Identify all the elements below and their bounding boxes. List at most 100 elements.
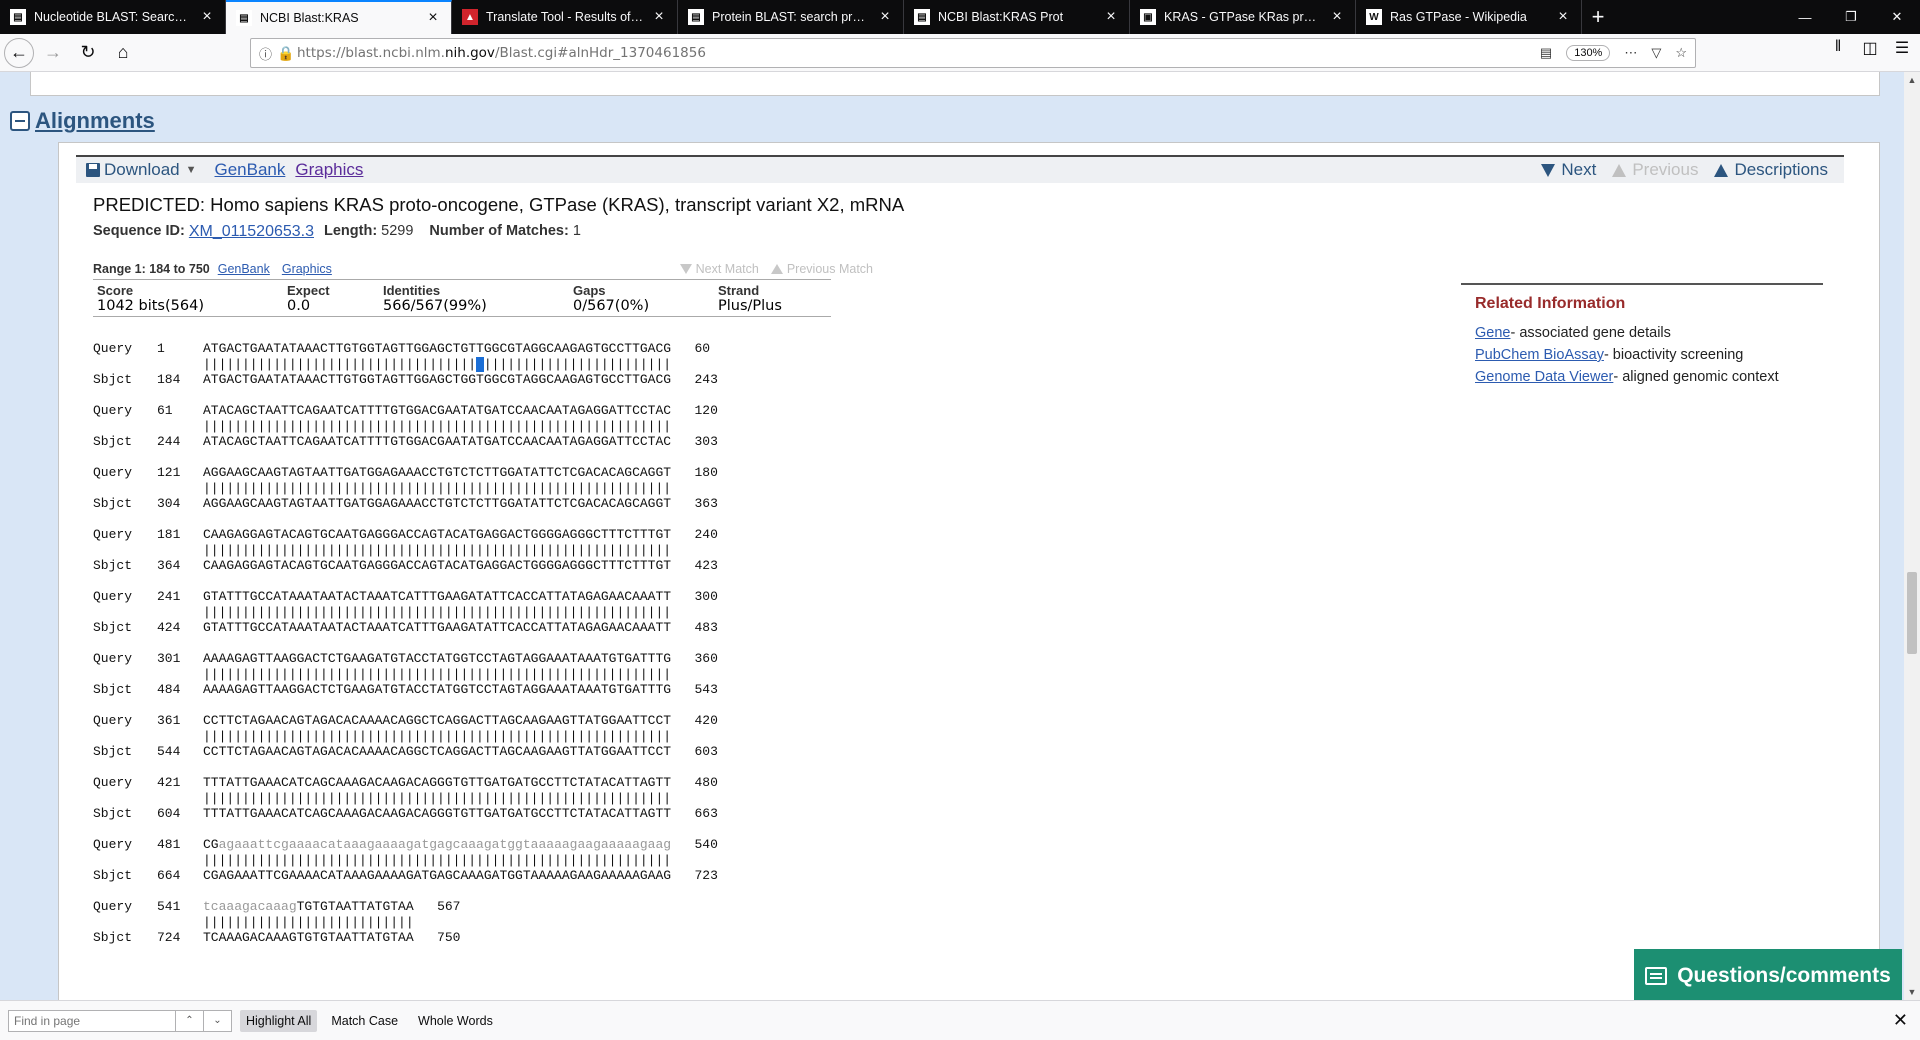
questions-comments-button[interactable]: Questions/comments [1634,949,1902,1000]
sequence-id-link[interactable]: XM_011520653.3 [189,223,314,241]
find-next-button[interactable]: ⌄ [204,1009,232,1032]
alignment-block: Query 61 ATACAGCTAATTCAGAATCATTTTGTGGACGAA… [93,403,718,465]
next-match-button[interactable]: Next Match [679,262,759,276]
scroll-up-icon[interactable]: ▲ [1904,72,1920,88]
related-description: - aligned genomic context [1613,369,1779,385]
tab-0[interactable]: ▤ Nucleotide BLAST: Search nucl × [0,0,226,34]
range-graphics-link[interactable]: Graphics [282,262,332,276]
tab-6[interactable]: W Ras GTPase - Wikipedia × [1356,0,1582,34]
scroll-down-icon[interactable]: ▼ [1904,984,1920,1000]
query-label: Query [93,341,133,356]
sbjct-sequence: AGGAAGCAAGTAGTAATTGATGGAGAAACCTGTCTCTTGG… [203,496,672,511]
tab-3[interactable]: ▤ Protein BLAST: search protein d × [678,0,904,34]
match-line: ||||||||||||||||||||||||||||||||||||||||… [203,790,672,806]
minimize-icon[interactable]: — [1782,0,1828,34]
related-item: PubChem BioAssay- bioactivity screening [1475,347,1823,363]
home-button[interactable]: ⌂ [107,37,139,69]
query-start: 181 [157,527,181,542]
alignment-block: Query 121 AGGAAGCAAGTAGTAATTGATGGAGAAACCTG… [93,465,718,527]
related-description: - bioactivity screening [1603,347,1744,363]
related-link[interactable]: Gene [1475,325,1510,341]
vertical-scrollbar[interactable]: ▲ ▼ [1904,72,1920,1000]
close-tab-icon[interactable]: × [1555,8,1571,26]
tab-2[interactable]: ▲ Translate Tool - Results of trans × [452,0,678,34]
related-title: Related Information [1475,295,1626,312]
close-tab-icon[interactable]: × [199,8,215,26]
chevron-down-icon[interactable]: ▼ [186,164,197,176]
close-findbar-icon[interactable]: ✕ [1893,1010,1908,1031]
sidebar-icon[interactable]: ◫ [1860,38,1880,58]
close-tab-icon[interactable]: × [425,9,441,27]
info-icon[interactable]: ⓘ [259,44,277,63]
sbjct-label: Sbjct [93,496,133,511]
query-end: 180 [694,465,718,480]
whole-words-toggle[interactable]: Whole Words [412,1010,499,1032]
next-button[interactable]: Next [1541,160,1596,180]
restore-icon[interactable]: ❐ [1828,0,1874,34]
url-text[interactable]: https://blast.ncbi.nlm.nih.gov/Blast.cgi… [297,45,1540,61]
query-end: 567 [437,899,461,914]
highlight-all-toggle[interactable]: Highlight All [240,1009,318,1032]
related-link[interactable]: Genome Data Viewer [1475,369,1613,385]
query-sequence: CCTTCTAGAACAGTAGACACAAAACAGGCTCAGGACTTAG… [203,713,672,728]
collapse-icon[interactable] [10,111,30,131]
alignments-title[interactable]: Alignments [35,108,155,134]
match-line: ||||||||||||||||||||||||||||||||||||||||… [203,542,672,558]
close-tab-icon[interactable]: × [877,8,893,26]
close-tab-icon[interactable]: × [651,8,667,26]
new-tab-button[interactable]: + [1582,0,1614,34]
lock-icon[interactable]: 🔒 [277,45,297,62]
results-panel: Alignments Download ▼ GenBank Graphics N… [0,72,1904,1000]
find-input[interactable] [8,1009,176,1032]
library-icon[interactable]: ‖ [1828,38,1848,58]
close-window-icon[interactable]: ✕ [1874,0,1920,34]
zoom-indicator[interactable]: 130% [1566,45,1611,61]
range-genbank-link[interactable]: GenBank [218,262,270,276]
query-sequence: GTATTTGCCATAAATAATACTAAATCATTTGAAGATATTC… [203,589,672,604]
download-icon[interactable] [86,163,100,177]
genbank-link[interactable]: GenBank [215,160,286,180]
query-sequence: tcaaagacaaagTGTGTAATTATGTAA [203,899,414,914]
related-description: - associated gene details [1510,325,1671,341]
document-icon: ▤ [688,9,704,25]
page-actions-icon[interactable]: ⋯ [1624,45,1637,61]
sbjct-end: 243 [694,372,718,387]
tab-5[interactable]: ▣ KRAS - GTPase KRas precursor × [1130,0,1356,34]
graphics-link[interactable]: Graphics [295,160,363,180]
find-previous-button[interactable]: ⌃ [176,1009,204,1032]
pocket-icon[interactable]: ▽ [1651,45,1661,61]
tab-1[interactable]: ▤ NCBI Blast:KRAS × [226,0,452,34]
related-link[interactable]: PubChem BioAssay [1475,347,1604,363]
match-line: ||||||||||||||||||||||||||||||||||||||||… [203,604,672,620]
query-sequence: TTTATTGAAACATCAGCAAAGACAAGACAGGGTGTTGATG… [203,775,672,790]
sbjct-label: Sbjct [93,620,133,635]
match-case-toggle[interactable]: Match Case [325,1010,404,1032]
reader-view-icon[interactable]: ▤ [1540,45,1552,61]
sbjct-label: Sbjct [93,558,133,573]
document-icon: ▤ [236,10,252,26]
reload-button[interactable]: ↻ [72,37,104,69]
back-button[interactable]: ← [4,37,34,68]
scrollbar-thumb[interactable] [1907,572,1917,654]
descriptions-button[interactable]: Descriptions [1714,160,1828,180]
sbjct-label: Sbjct [93,806,133,821]
url-bar[interactable]: ⓘ 🔒 https://blast.ncbi.nlm.nih.gov/Blast… [250,38,1696,68]
close-tab-icon[interactable]: × [1329,8,1345,26]
close-tab-icon[interactable]: × [1103,8,1119,26]
previous-arrow-icon [1612,163,1627,177]
sequence-length: 5299 [381,223,414,239]
bookmark-star-icon[interactable]: ☆ [1675,45,1687,61]
download-button[interactable]: Download [104,160,180,180]
tab-4[interactable]: ▤ NCBI Blast:KRAS Prot × [904,0,1130,34]
sbjct-start: 604 [157,806,181,821]
previous-button[interactable]: Previous [1612,160,1698,180]
query-end: 420 [694,713,718,728]
previous-match-button[interactable]: Previous Match [770,262,873,276]
sbjct-label: Sbjct [93,434,133,449]
sbjct-label: Sbjct [93,744,133,759]
menu-icon[interactable]: ☰ [1892,38,1912,58]
query-start: 241 [157,589,181,604]
query-start: 361 [157,713,181,728]
forward-button[interactable]: → [37,37,69,69]
query-sequence: CGagaaattcgaaaacataaagaaaagatgagcaaagatg… [203,837,672,852]
